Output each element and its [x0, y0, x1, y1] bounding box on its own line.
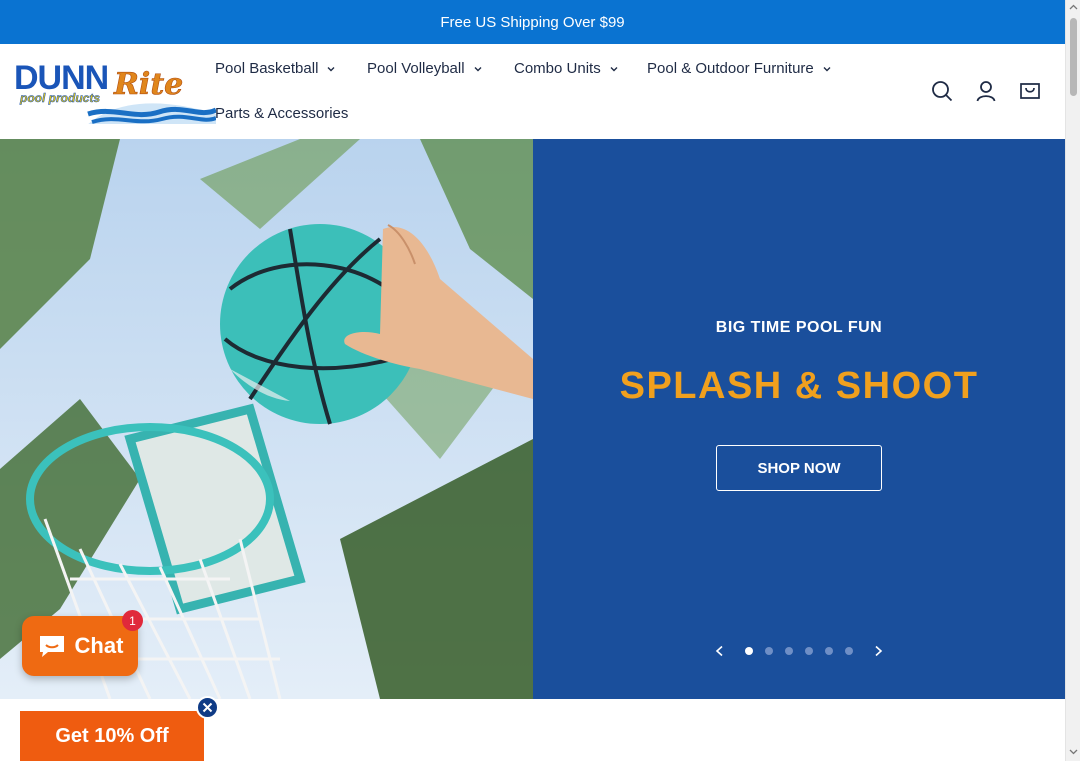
chevron-right-icon [875, 645, 883, 657]
nav-item-label: Pool Volleyball [367, 60, 465, 77]
page-scrollbar[interactable] [1065, 0, 1080, 761]
nav-item-combo-units[interactable]: Combo Units [514, 60, 619, 77]
nav-item-label: Combo Units [514, 60, 601, 77]
scroll-down-icon[interactable] [1069, 747, 1078, 756]
nav-item-pool-volleyball[interactable]: Pool Volleyball [367, 60, 483, 77]
hero-headline: SPLASH & SHOOT [619, 365, 979, 407]
page: Free US Shipping Over $99 DUNN Rite pool… [0, 0, 1065, 761]
site-header: DUNN Rite pool products Pool Basketball … [0, 44, 1065, 139]
chat-bubble-icon [39, 636, 64, 657]
scroll-up-icon[interactable] [1069, 3, 1078, 12]
logo-script: Rite [113, 67, 183, 102]
slider-dots [745, 647, 853, 655]
chat-unread-badge: 1 [122, 610, 143, 631]
nav-item-parts-accessories[interactable]: Parts & Accessories [215, 105, 348, 122]
discount-popup-tab[interactable]: Get 10% Off [20, 711, 204, 761]
hero-text-panel: BIG TIME POOL FUN SPLASH & SHOOT SHOP NO… [533, 139, 1065, 699]
slider-dot-6[interactable] [845, 647, 853, 655]
header-actions [931, 80, 1041, 102]
logo-tagline: pool products [19, 91, 100, 105]
chevron-down-icon [474, 66, 482, 71]
nav-item-label: Parts & Accessories [215, 105, 349, 122]
slider-dot-1[interactable] [745, 647, 753, 655]
announcement-text: Free US Shipping Over $99 [440, 13, 625, 31]
hero-image-basketball-hoop [0, 139, 533, 699]
nav-item-pool-outdoor-furniture[interactable]: Pool & Outdoor Furniture [647, 60, 832, 77]
account-icon[interactable] [975, 80, 997, 102]
chevron-left-icon [715, 645, 723, 657]
chat-label: Chat [74, 633, 124, 658]
close-icon[interactable] [196, 696, 219, 719]
chat-button[interactable]: Chat [22, 616, 138, 676]
shop-now-button[interactable]: SHOP NOW [716, 445, 882, 491]
slider-next-button[interactable] [871, 643, 885, 659]
hero-slider: BIG TIME POOL FUN SPLASH & SHOOT SHOP NO… [0, 139, 1065, 699]
slider-dot-4[interactable] [805, 647, 813, 655]
slider-prev-button[interactable] [713, 643, 727, 659]
dunn-rite-logo[interactable]: DUNN Rite pool products [14, 58, 216, 124]
nav-item-label: Pool Basketball [215, 60, 319, 77]
search-icon[interactable] [931, 80, 953, 102]
slider-dot-5[interactable] [825, 647, 833, 655]
chevron-down-icon [823, 66, 831, 71]
scrollbar-thumb[interactable] [1070, 18, 1077, 96]
cart-icon[interactable] [1019, 80, 1041, 102]
chevron-down-icon [610, 66, 618, 71]
hero-eyebrow: BIG TIME POOL FUN [715, 319, 883, 336]
announcement-bar: Free US Shipping Over $99 [0, 0, 1065, 44]
chevron-down-icon [327, 66, 335, 71]
nav-item-label: Pool & Outdoor Furniture [647, 60, 814, 77]
slider-dot-3[interactable] [785, 647, 793, 655]
nav-item-pool-basketball[interactable]: Pool Basketball [215, 60, 336, 77]
slider-dot-2[interactable] [765, 647, 773, 655]
slider-controls [713, 643, 885, 659]
